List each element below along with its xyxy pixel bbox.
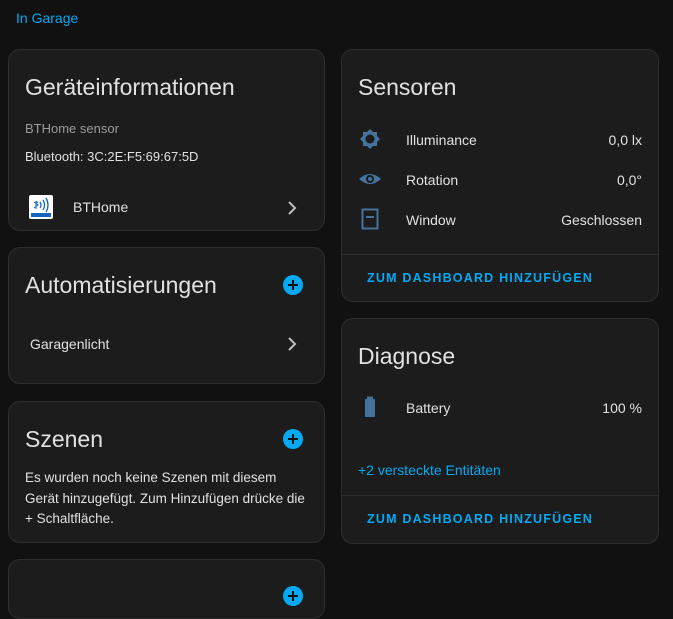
area-link[interactable]: In Garage	[16, 10, 78, 26]
sensor-value: Geschlossen	[561, 212, 642, 228]
diagnostic-value: 100 %	[602, 400, 642, 416]
device-model: BTHome sensor	[25, 121, 119, 136]
automations-card: Automatisierungen Garagenlicht	[8, 247, 325, 384]
add-script-button[interactable]	[283, 586, 303, 606]
scenes-empty-text: Es wurden noch keine Szenen mit diesem G…	[25, 470, 305, 526]
sensor-row[interactable]: Illuminance 0,0 lx	[342, 126, 658, 156]
add-to-dashboard-button[interactable]: ZUM DASHBOARD HINZUFÜGEN	[367, 271, 593, 285]
plus-icon	[288, 591, 298, 601]
sensor-label: Rotation	[406, 172, 459, 188]
diagnostic-row[interactable]: Battery 100 %	[342, 393, 658, 423]
divider	[342, 495, 658, 496]
sensor-row[interactable]: Rotation 0,0°	[342, 166, 658, 196]
plus-icon	[288, 280, 298, 290]
battery-icon	[365, 396, 375, 417]
hidden-entities-link[interactable]: +2 versteckte Entitäten	[358, 462, 501, 478]
sensor-row[interactable]: Window Geschlossen	[342, 206, 658, 236]
bthome-logo	[29, 195, 53, 219]
sensor-label: Illuminance	[406, 132, 477, 148]
diagnostics-title: Diagnose	[358, 343, 456, 369]
sensor-value: 0,0 lx	[608, 132, 642, 148]
sensor-label: Window	[406, 212, 456, 228]
divider	[342, 254, 658, 255]
chevron-right-icon	[288, 201, 297, 215]
scripts-card	[8, 559, 325, 619]
diagnostics-card: Diagnose Battery 100 % +2 versteckte Ent…	[341, 318, 659, 544]
sensor-value: 0,0°	[616, 172, 642, 188]
sensors-card: Sensoren Illuminance 0,0 lx Rotation 0,0…	[341, 49, 659, 302]
sensors-title: Sensoren	[358, 74, 457, 100]
integration-label: BTHome	[73, 199, 129, 215]
add-automation-button[interactable]	[283, 275, 303, 295]
automation-item[interactable]: Garagenlicht	[9, 326, 324, 362]
scenes-title: Szenen	[25, 426, 104, 452]
automation-item-label: Garagenlicht	[30, 336, 110, 352]
plus-icon	[288, 434, 298, 444]
brightness-icon	[360, 129, 380, 149]
device-info-card: Geräteinformationen BTHome sensor Blueto…	[8, 49, 325, 231]
add-to-dashboard-button[interactable]: ZUM DASHBOARD HINZUFÜGEN	[367, 512, 593, 526]
add-scene-button[interactable]	[283, 429, 303, 449]
diagnostic-label: Battery	[406, 400, 451, 416]
device-connection: Bluetooth: 3C:2E:F5:69:67:5D	[25, 149, 199, 164]
window-icon	[361, 208, 379, 230]
scenes-card: Szenen Es wurden noch keine Szenen mit d…	[8, 401, 325, 543]
integration-row[interactable]: BTHome	[9, 188, 324, 228]
chevron-right-icon	[288, 337, 297, 351]
automations-title: Automatisierungen	[25, 272, 217, 298]
device-info-title: Geräteinformationen	[25, 74, 235, 100]
eye-icon	[359, 174, 381, 184]
